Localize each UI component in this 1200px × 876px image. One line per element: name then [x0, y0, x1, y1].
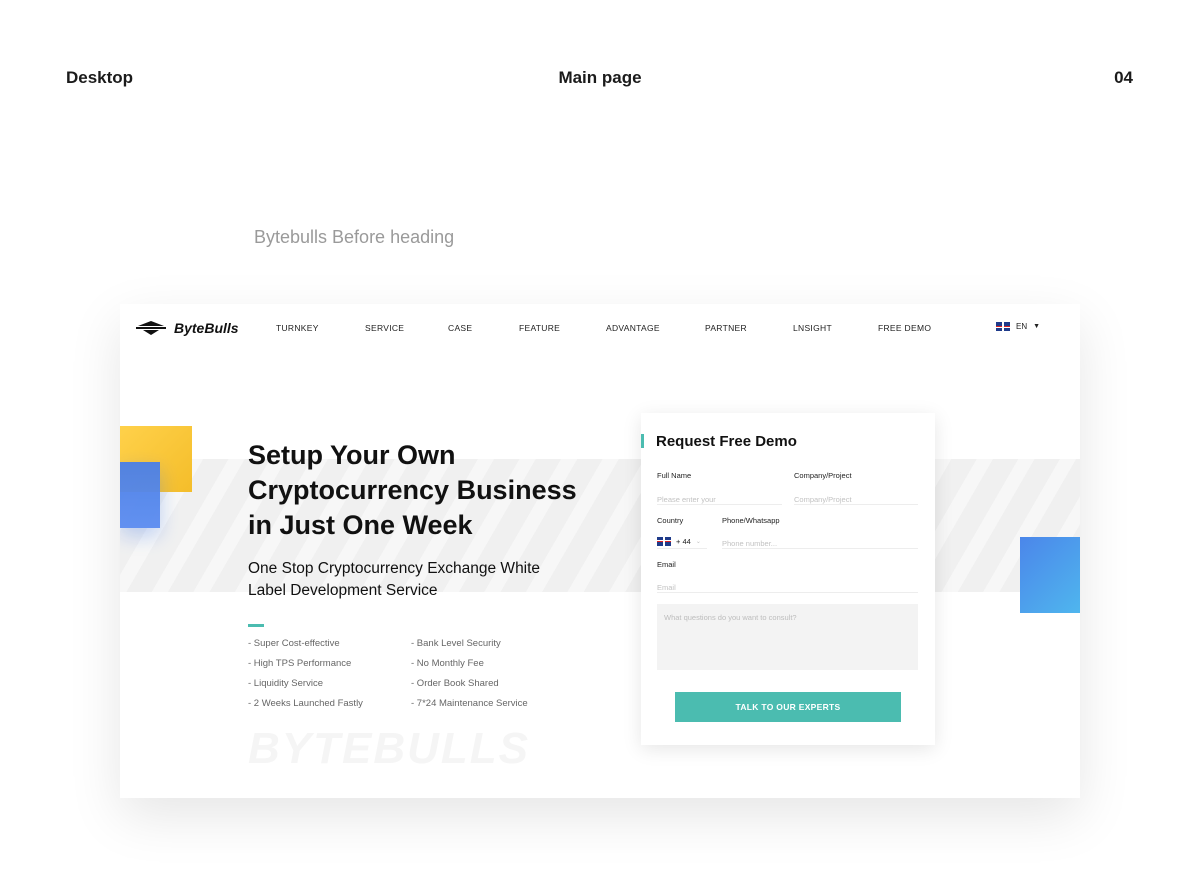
- hero-subtitle: One Stop Cryptocurrency Exchange White L…: [248, 558, 588, 602]
- feature-item: - 2 Weeks Launched Fastly: [248, 698, 363, 709]
- before-heading: Bytebulls Before heading: [254, 227, 455, 247]
- feature-item: - Bank Level Security: [411, 638, 501, 649]
- form-title: Request Free Demo: [656, 433, 797, 450]
- logo-text: ByteBulls: [174, 320, 239, 336]
- website-mockup: ByteBulls TURNKEY SERVICE CASE FEATURE A…: [120, 304, 1080, 798]
- language-selector[interactable]: EN ▼: [996, 322, 1040, 331]
- questions-placeholder: What questions do you want to consult?: [664, 613, 797, 622]
- logo[interactable]: ByteBulls: [136, 318, 239, 338]
- questions-textarea[interactable]: What questions do you want to consult?: [657, 604, 918, 670]
- caret-down-icon: ▼: [1033, 323, 1041, 330]
- uk-flag-icon: [996, 322, 1010, 331]
- feature-item: - 7*24 Maintenance Service: [411, 698, 528, 709]
- nav-item-free-demo[interactable]: FREE DEMO: [878, 323, 931, 333]
- hero-subtitle-line: One Stop Cryptocurrency Exchange White: [248, 560, 541, 577]
- feature-item: - Order Book Shared: [411, 678, 499, 689]
- country-select[interactable]: + 44 ⌄: [657, 533, 707, 549]
- nav-item-turnkey[interactable]: TURNKEY: [276, 323, 319, 333]
- nav-item-partner[interactable]: PARTNER: [705, 323, 747, 333]
- company-label: Company/Project: [794, 471, 852, 480]
- presentation-page-number: 04: [1114, 68, 1133, 87]
- full-name-placeholder: Please enter your: [657, 495, 716, 504]
- chevron-down-icon: ⌄: [695, 538, 701, 545]
- nav-item-feature[interactable]: FEATURE: [519, 323, 560, 333]
- phone-placeholder: Phone number...: [722, 539, 778, 548]
- bull-logo-icon: [136, 321, 166, 335]
- nav-item-insight[interactable]: LNSIGHT: [793, 323, 832, 333]
- nav-item-service[interactable]: SERVICE: [365, 323, 404, 333]
- email-label: Email: [657, 560, 676, 569]
- nav-item-advantage[interactable]: ADVANTAGE: [606, 323, 660, 333]
- feature-item: - Liquidity Service: [248, 678, 323, 689]
- company-field[interactable]: Company/Project: [794, 489, 918, 505]
- hero-title-line: Setup Your Own: [248, 440, 456, 470]
- language-code: EN: [1016, 322, 1028, 331]
- blue-square-decoration: [120, 462, 160, 528]
- presentation-page-title: Main page: [558, 68, 642, 87]
- full-name-field[interactable]: Please enter your: [657, 489, 782, 505]
- hero-subtitle-line: Label Development Service: [248, 582, 438, 599]
- form-title-accent: [641, 434, 644, 448]
- feature-item: - No Monthly Fee: [411, 658, 484, 669]
- country-code: + 44: [676, 536, 691, 546]
- email-placeholder: Email: [657, 583, 676, 592]
- country-label: Country: [657, 516, 684, 525]
- hero-title-line: in Just One Week: [248, 510, 473, 540]
- company-placeholder: Company/Project: [794, 495, 852, 504]
- email-field[interactable]: Email: [657, 577, 918, 593]
- uk-flag-icon: [657, 536, 671, 546]
- full-name-label: Full Name: [657, 471, 692, 480]
- nav-item-case[interactable]: CASE: [448, 323, 472, 333]
- request-demo-form: Request Free Demo Full Name Please enter…: [641, 413, 935, 745]
- feature-item: - Super Cost-effective: [248, 638, 340, 649]
- brand-watermark: BYTEBULLS: [248, 724, 530, 773]
- hero-title: Setup Your Own Cryptocurrency Business i…: [248, 438, 608, 543]
- talk-to-experts-button[interactable]: TALK TO OUR EXPERTS: [675, 692, 901, 722]
- phone-field[interactable]: Phone number...: [722, 533, 918, 549]
- accent-divider: [248, 624, 264, 627]
- blue-square-decoration-right: [1020, 537, 1080, 613]
- hero-title-line: Cryptocurrency Business: [248, 475, 577, 505]
- feature-item: - High TPS Performance: [248, 658, 352, 669]
- phone-label: Phone/Whatsapp: [722, 516, 780, 525]
